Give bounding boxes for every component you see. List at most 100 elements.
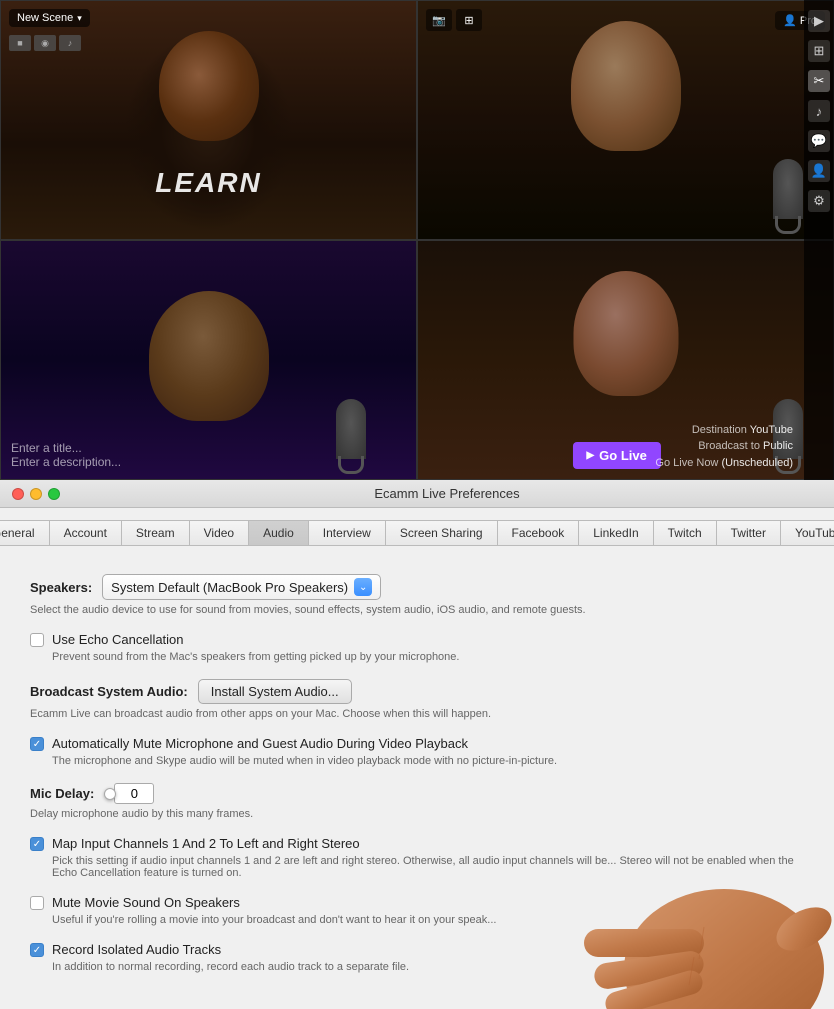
go-live-now-label: Go Live Now	[655, 457, 718, 469]
sidebar-icon-settings[interactable]: ⚙	[808, 190, 830, 212]
tab-facebook[interactable]: Facebook	[497, 520, 579, 546]
tl-icon-2[interactable]: ◉	[34, 35, 56, 51]
close-button[interactable]	[12, 488, 24, 500]
record-isolated-checkbox[interactable]	[30, 943, 44, 957]
broadcast-value: Public	[763, 440, 793, 452]
record-isolated-row: Record Isolated Audio Tracks In addition…	[30, 942, 804, 973]
broadcast-label: Broadcast to	[698, 440, 760, 452]
auto-mute-desc: The microphone and Skype audio will be m…	[52, 755, 804, 767]
mic-delay-slider-thumb[interactable]	[104, 788, 116, 800]
tab-account[interactable]: Account	[49, 520, 121, 546]
speakers-row: Speakers: System Default (MacBook Pro Sp…	[30, 574, 804, 616]
top-bar-tr: 📷 ⊞ 👤 Pro	[426, 9, 825, 31]
tab-twitch[interactable]: Twitch	[653, 520, 716, 546]
mic-delay-desc: Delay microphone audio by this many fram…	[30, 808, 804, 820]
broadcast-row: Broadcast to Public	[655, 438, 793, 455]
echo-cancellation-row: Use Echo Cancellation Prevent sound from…	[30, 632, 804, 663]
mic-delay-value: 0	[114, 783, 154, 804]
mute-movie-row: Mute Movie Sound On Speakers Useful if y…	[30, 895, 804, 926]
broadcast-audio-label-row: Broadcast System Audio: Install System A…	[30, 679, 804, 704]
desc-placeholder[interactable]: Enter a description...	[11, 455, 121, 469]
sidebar-icon-chat[interactable]: 💬	[808, 130, 830, 152]
settings-content: Speakers: System Default (MacBook Pro Sp…	[0, 554, 834, 1009]
tab-screen-sharing[interactable]: Screen Sharing	[385, 520, 497, 546]
scene-badge[interactable]: New Scene	[9, 9, 90, 27]
tab-youtube[interactable]: YouTube	[780, 520, 834, 546]
tab-video[interactable]: Video	[189, 520, 248, 546]
tab-interview[interactable]: Interview	[308, 520, 385, 546]
window-controls	[12, 488, 60, 500]
sidebar-icon-cut[interactable]: ✂	[808, 70, 830, 92]
mute-movie-label: Mute Movie Sound On Speakers	[52, 895, 240, 910]
mute-movie-checkbox-row: Mute Movie Sound On Speakers	[30, 895, 804, 910]
video-cell-bottom-left: Enter a title... Enter a description...	[0, 240, 417, 480]
scene-label: New Scene	[17, 12, 73, 24]
map-channels-checkbox[interactable]	[30, 837, 44, 851]
pro-label-icon: 👤	[783, 15, 800, 27]
title-overlay: Enter a title... Enter a description...	[11, 441, 121, 469]
record-isolated-checkbox-row: Record Isolated Audio Tracks	[30, 942, 804, 957]
tab-general[interactable]: General	[0, 520, 49, 546]
sidebar-icon-grid[interactable]: ⊞	[808, 40, 830, 62]
person-tr	[418, 1, 833, 239]
echo-desc: Prevent sound from the Mac's speakers fr…	[52, 651, 804, 663]
speakers-desc: Select the audio device to use for sound…	[30, 604, 804, 616]
sidebar-icon-user[interactable]: 👤	[808, 160, 830, 182]
destination-label: Destination	[692, 424, 747, 436]
cam-controls: 📷 ⊞	[426, 9, 482, 31]
broadcast-audio-row: Broadcast System Audio: Install System A…	[30, 679, 804, 720]
mute-movie-checkbox[interactable]	[30, 896, 44, 910]
mute-movie-desc: Useful if you're rolling a movie into yo…	[52, 914, 804, 926]
go-live-now-value: (Unscheduled)	[721, 457, 793, 469]
echo-checkbox-row: Use Echo Cancellation	[30, 632, 804, 647]
map-channels-label: Map Input Channels 1 And 2 To Left and R…	[52, 836, 360, 851]
broadcast-audio-desc: Ecamm Live can broadcast audio from othe…	[30, 708, 804, 720]
go-live-area: Go Live	[572, 442, 660, 469]
mic-delay-slider-row: 0	[104, 783, 154, 804]
mic-delay-label-row: Mic Delay: 0	[30, 783, 804, 804]
sidebar-icon-music[interactable]: ♪	[808, 100, 830, 122]
install-audio-button[interactable]: Install System Audio...	[198, 679, 352, 704]
speakers-value: System Default (MacBook Pro Speakers)	[111, 580, 348, 595]
tab-bar: General Account Stream Video Audio Inter…	[0, 508, 834, 554]
broadcast-audio-label: Broadcast System Audio:	[30, 684, 188, 699]
cam-btn-video[interactable]: 📷	[426, 9, 452, 31]
window-titlebar: Ecamm Live Preferences	[0, 480, 834, 508]
speakers-label-row: Speakers: System Default (MacBook Pro Sp…	[30, 574, 804, 600]
mic-delay-row: Mic Delay: 0 Delay microphone audio by t…	[30, 783, 804, 820]
speakers-label: Speakers:	[30, 580, 92, 595]
destination-row: Destination YouTube	[655, 422, 793, 439]
echo-checkbox[interactable]	[30, 633, 44, 647]
echo-label: Use Echo Cancellation	[52, 632, 184, 647]
select-arrow-icon: ⌄	[354, 578, 372, 596]
tl-icon-1[interactable]: ■	[9, 35, 31, 51]
video-cell-bottom-right: Go Live Destination YouTube Broadcast to…	[417, 240, 834, 480]
minimize-button[interactable]	[30, 488, 42, 500]
tl-icon-3[interactable]: ♪	[59, 35, 81, 51]
go-live-button[interactable]: Go Live	[572, 442, 660, 469]
map-channels-row: Map Input Channels 1 And 2 To Left and R…	[30, 836, 804, 879]
video-cell-top-left: New Scene ■ ◉ ♪	[0, 0, 417, 240]
record-isolated-desc: In addition to normal recording, record …	[52, 961, 804, 973]
speakers-select[interactable]: System Default (MacBook Pro Speakers) ⌄	[102, 574, 381, 600]
map-channels-checkbox-row: Map Input Channels 1 And 2 To Left and R…	[30, 836, 804, 851]
tab-stream[interactable]: Stream	[121, 520, 189, 546]
sidebar-icon-camera[interactable]: ▶	[808, 10, 830, 32]
title-placeholder[interactable]: Enter a title...	[11, 441, 121, 455]
auto-mute-checkbox[interactable]	[30, 737, 44, 751]
go-live-now-row: Go Live Now (Unscheduled)	[655, 455, 793, 472]
preferences-panel: Ecamm Live Preferences General Account S…	[0, 480, 834, 1009]
window-title: Ecamm Live Preferences	[72, 486, 822, 501]
tl-icons: ■ ◉ ♪	[9, 35, 81, 51]
auto-mute-row: Automatically Mute Microphone and Guest …	[30, 736, 804, 767]
auto-mute-label: Automatically Mute Microphone and Guest …	[52, 736, 468, 751]
cam-btn-display[interactable]: ⊞	[456, 9, 482, 31]
tab-twitter[interactable]: Twitter	[716, 520, 780, 546]
destination-info: Destination YouTube Broadcast to Public …	[655, 422, 793, 472]
destination-value: YouTube	[750, 424, 793, 436]
tab-audio[interactable]: Audio	[248, 520, 308, 546]
video-grid: New Scene ■ ◉ ♪ 📷 ⊞ 👤 Pro	[0, 0, 834, 480]
right-sidebar: ▶ ⊞ ✂ ♪ 💬 👤 ⚙	[804, 0, 834, 480]
tab-linkedin[interactable]: LinkedIn	[578, 520, 652, 546]
record-isolated-label: Record Isolated Audio Tracks	[52, 942, 221, 957]
